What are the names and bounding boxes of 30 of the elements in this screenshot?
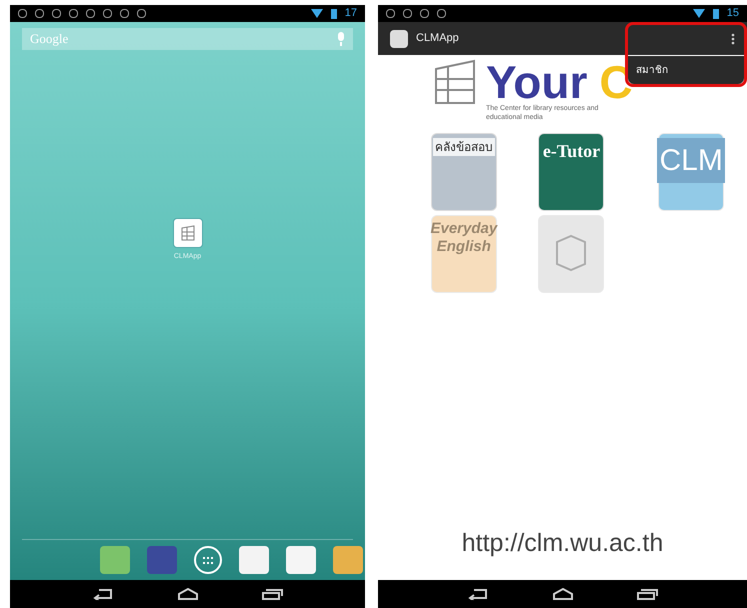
action-bar-title: CLMApp	[416, 31, 459, 46]
back-icon[interactable]	[92, 588, 114, 600]
search-field[interactable]: Google	[22, 28, 353, 50]
app-tile[interactable]	[538, 214, 604, 292]
recents-icon[interactable]	[260, 588, 282, 600]
home-icon[interactable]	[552, 588, 574, 600]
website-url: http://clm.wu.ac.th	[460, 528, 664, 558]
clock: 15	[726, 8, 739, 19]
wifi-icon	[692, 9, 705, 18]
wifi-icon	[310, 9, 323, 18]
app-shortcut-icon[interactable]	[172, 218, 202, 248]
building-icon	[180, 225, 196, 241]
menu-item[interactable]: สมาชิก	[628, 56, 744, 84]
app-icon	[390, 30, 408, 48]
tile-label: คลังข้อสอบ	[432, 138, 495, 156]
tile-label: e-Tutor	[542, 140, 602, 162]
app-tile[interactable]: e-Tutor	[538, 132, 604, 210]
home-icon[interactable]	[176, 588, 198, 600]
app-drawer-icon[interactable]	[194, 546, 222, 574]
building-logo-icon	[432, 59, 478, 105]
battery-icon	[712, 8, 719, 18]
clock: 17	[344, 8, 357, 19]
recents-icon[interactable]	[636, 588, 658, 600]
tile-label: CLM	[657, 138, 725, 182]
logo-word: Your	[486, 59, 588, 105]
battery-icon	[330, 8, 337, 18]
search-input[interactable]: Google	[30, 29, 337, 49]
app-tile[interactable]: คลังข้อสอบ	[430, 132, 497, 210]
back-icon[interactable]	[468, 588, 490, 600]
overflow-menu-icon[interactable]	[731, 32, 735, 44]
